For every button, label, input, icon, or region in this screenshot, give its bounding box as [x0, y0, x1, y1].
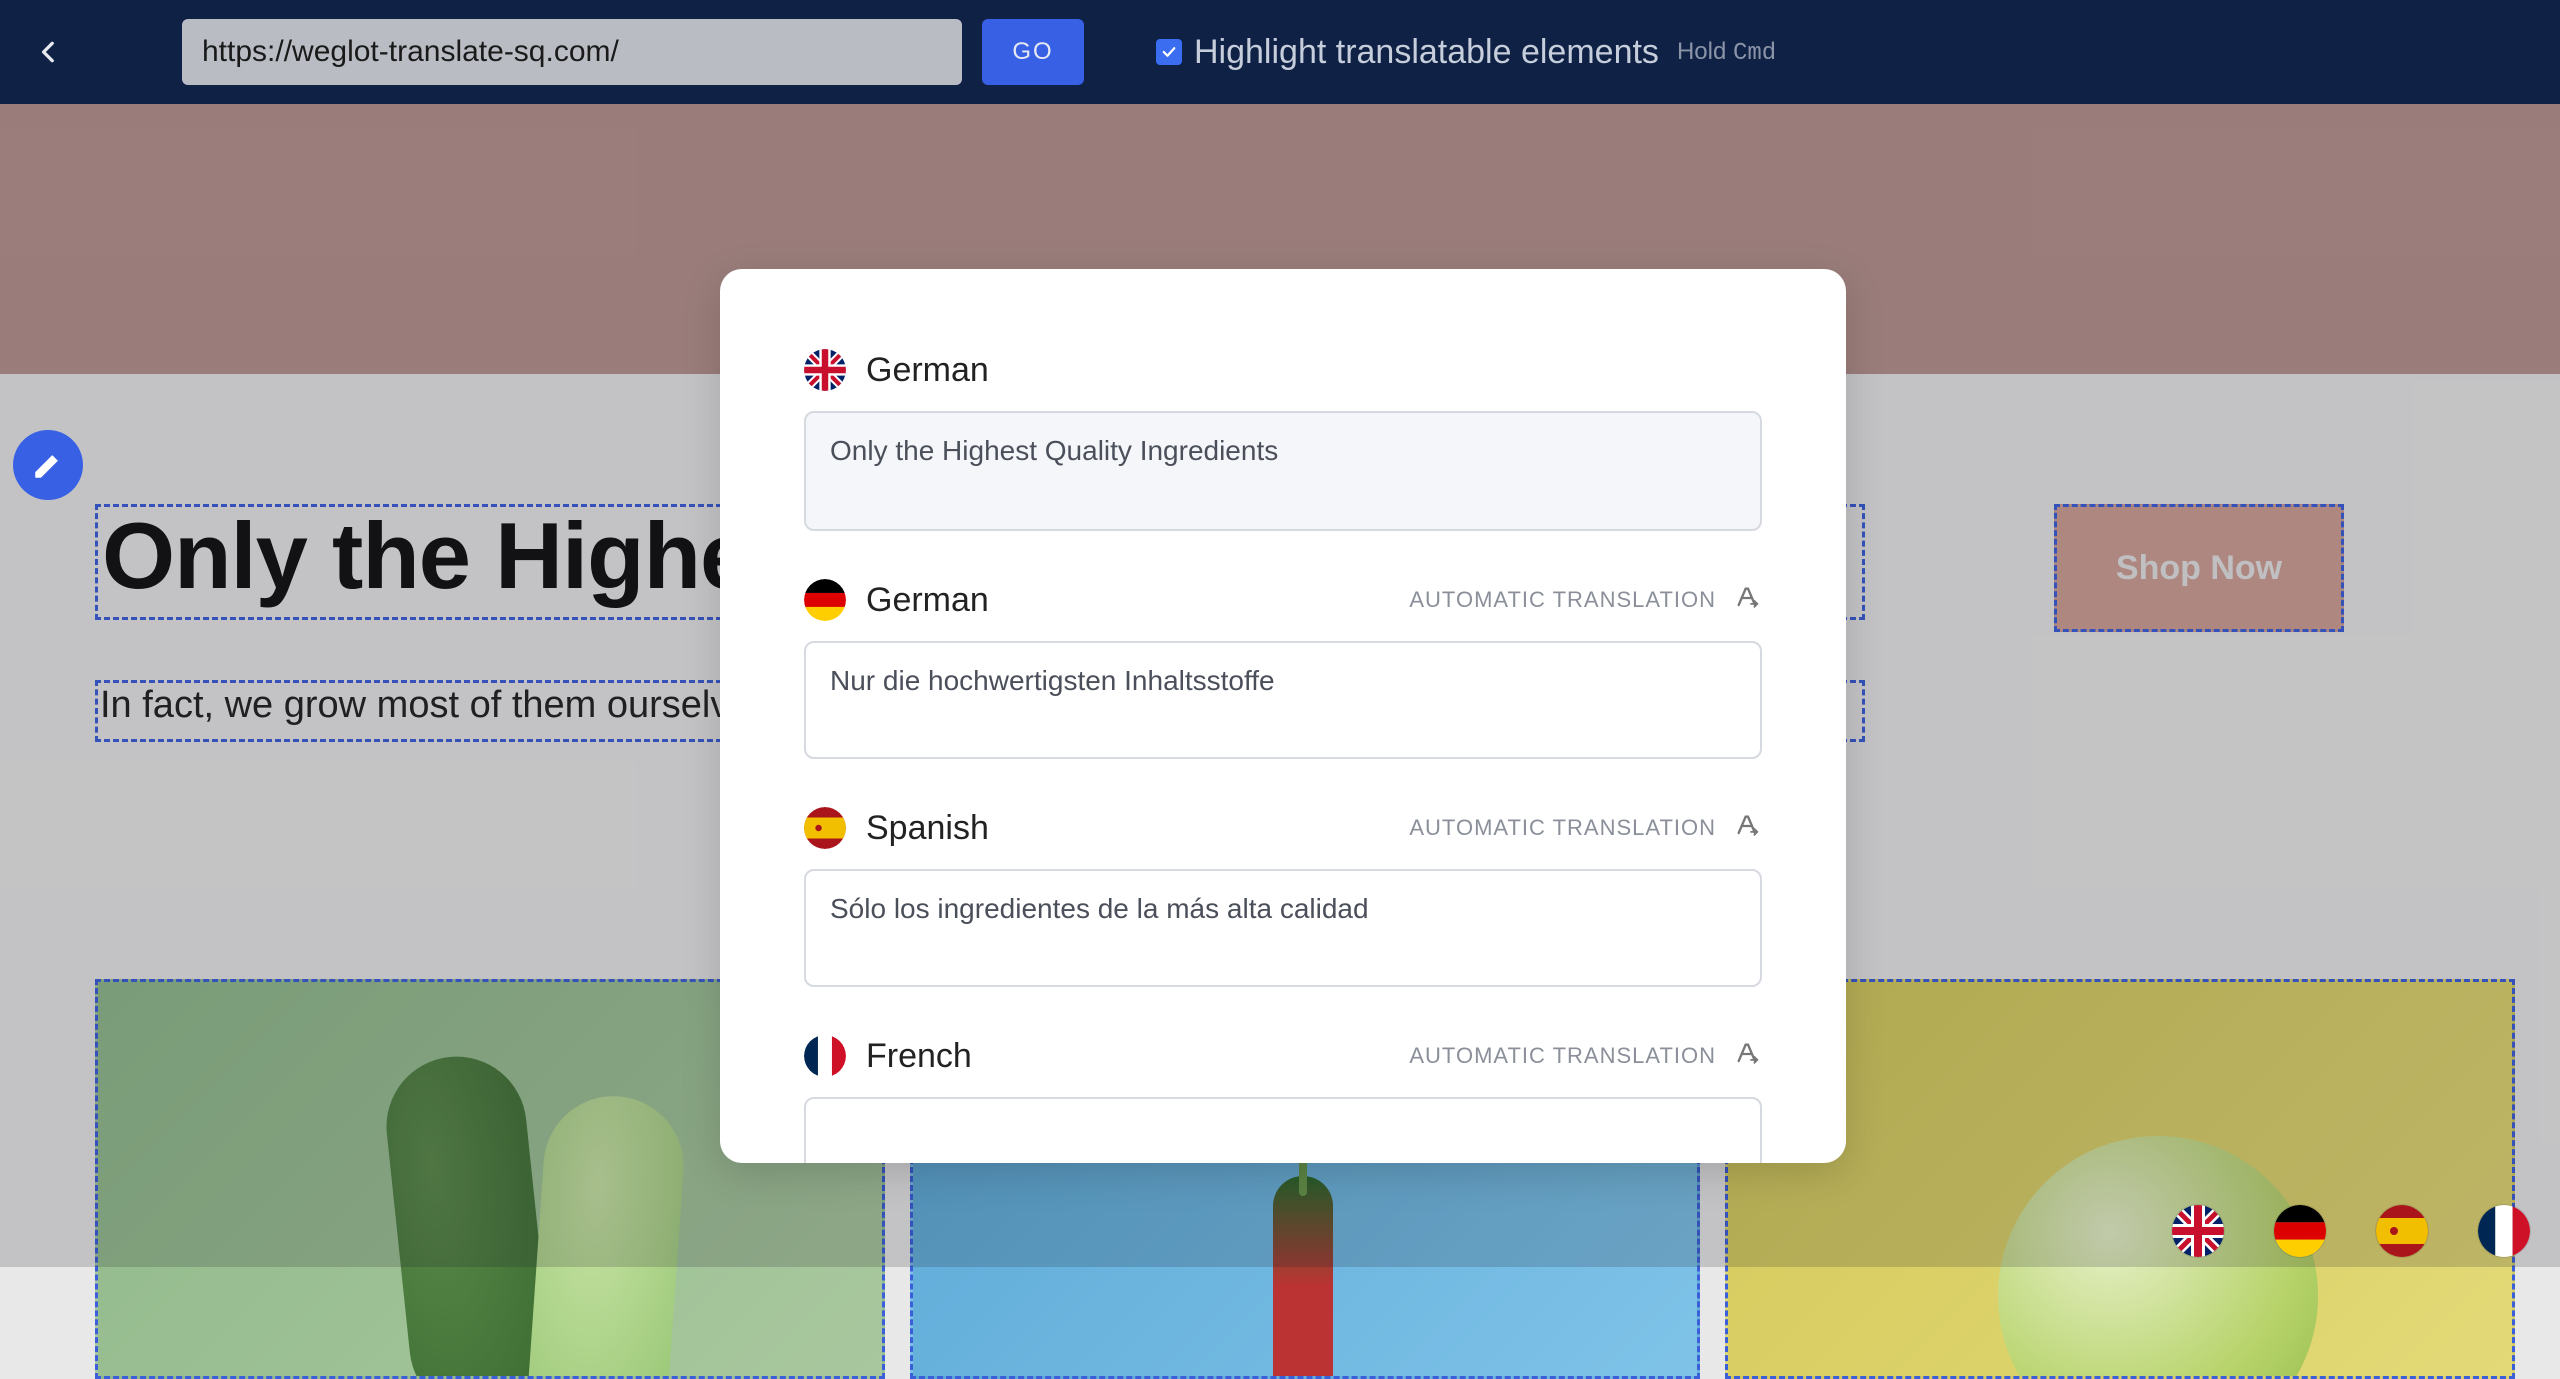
back-button[interactable]	[0, 0, 98, 104]
lang-label-spanish: Spanish	[866, 809, 989, 848]
lang-row-spanish: Spanish AUTOMATIC TRANSLATION	[804, 807, 1762, 849]
check-icon	[1160, 43, 1178, 61]
highlight-label: Highlight translatable elements	[1194, 33, 1659, 72]
fr-flag-icon	[804, 1035, 846, 1077]
source-lang-label: German	[866, 351, 989, 390]
lang-option-uk[interactable]	[2172, 1205, 2224, 1257]
status-wrap-french: AUTOMATIC TRANSLATION	[1409, 1040, 1762, 1073]
status-wrap-spanish: AUTOMATIC TRANSLATION	[1409, 812, 1762, 845]
topbar: GO Highlight translatable elements Hold …	[0, 0, 2560, 104]
hold-hint: Hold Cmd	[1677, 38, 1776, 67]
highlight-checkbox[interactable]	[1156, 39, 1182, 65]
translation-modal: German Only the Highest Quality Ingredie…	[720, 269, 1846, 1163]
status-label-spanish: AUTOMATIC TRANSLATION	[1409, 815, 1716, 841]
status-label-french: AUTOMATIC TRANSLATION	[1409, 1043, 1716, 1069]
status-wrap-german: AUTOMATIC TRANSLATION	[1409, 584, 1762, 617]
translation-type-icon[interactable]	[1734, 584, 1762, 617]
lang-row-german: German AUTOMATIC TRANSLATION	[804, 579, 1762, 621]
pencil-icon	[31, 448, 65, 482]
fr-flag-icon	[2478, 1205, 2530, 1257]
status-label-german: AUTOMATIC TRANSLATION	[1409, 587, 1716, 613]
lang-option-fr[interactable]	[2478, 1205, 2530, 1257]
translation-type-icon[interactable]	[1734, 812, 1762, 845]
lang-row-french: French AUTOMATIC TRANSLATION	[804, 1035, 1762, 1077]
translation-input-german[interactable]: Nur die hochwertigsten Inhaltsstoffe	[804, 641, 1762, 759]
de-flag-icon	[2274, 1205, 2326, 1257]
url-input[interactable]	[182, 19, 962, 85]
source-text-box: Only the Highest Quality Ingredients	[804, 411, 1762, 531]
go-button[interactable]: GO	[982, 19, 1084, 85]
source-lang-row: German	[804, 349, 1762, 391]
uk-flag-icon	[804, 349, 846, 391]
lang-label-french: French	[866, 1037, 972, 1076]
language-switcher	[2172, 1205, 2530, 1257]
translation-input-spanish[interactable]: Sólo los ingredientes de la más alta cal…	[804, 869, 1762, 987]
de-flag-icon	[804, 579, 846, 621]
es-flag-icon	[804, 807, 846, 849]
lang-option-es[interactable]	[2376, 1205, 2428, 1257]
translation-type-icon[interactable]	[1734, 1040, 1762, 1073]
lang-label-german: German	[866, 581, 989, 620]
es-flag-icon	[2376, 1205, 2428, 1257]
edit-fab[interactable]	[13, 430, 83, 500]
lang-option-de[interactable]	[2274, 1205, 2326, 1257]
highlight-toggle-wrap: Highlight translatable elements Hold Cmd	[1156, 33, 1776, 72]
chevron-left-icon	[36, 39, 62, 65]
translation-input-french[interactable]	[804, 1097, 1762, 1163]
uk-flag-icon	[2172, 1205, 2224, 1257]
